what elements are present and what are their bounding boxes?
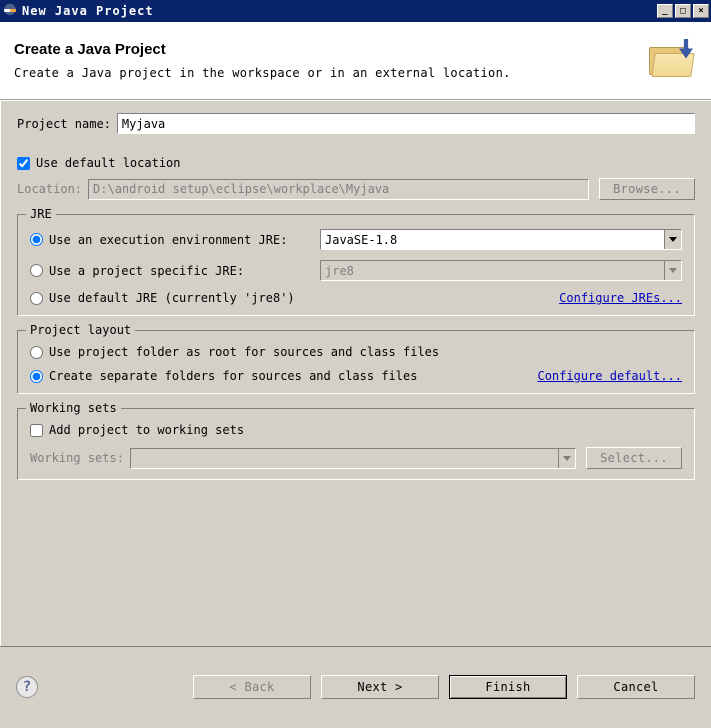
use-default-location-label: Use default location — [36, 156, 181, 170]
chevron-down-icon — [664, 261, 681, 280]
exec-env-value: JavaSE-1.8 — [325, 233, 397, 247]
maximize-button[interactable]: □ — [675, 4, 691, 18]
dialog-footer: ? < Back Next > Finish Cancel — [0, 646, 711, 726]
browse-button: Browse... — [599, 178, 695, 200]
window-title: New Java Project — [22, 4, 657, 18]
page-description: Create a Java project in the workspace o… — [14, 66, 649, 80]
exec-env-select[interactable]: JavaSE-1.8 — [320, 229, 682, 250]
project-specific-label: Use a project specific JRE: — [49, 264, 244, 278]
app-icon — [2, 3, 18, 19]
help-icon[interactable]: ? — [16, 676, 38, 698]
next-button[interactable]: Next > — [321, 675, 439, 699]
project-layout-group: Project layout Use project folder as roo… — [17, 330, 695, 394]
jre-group: JRE Use an execution environment JRE: Ja… — [17, 214, 695, 316]
layout-root-label: Use project folder as root for sources a… — [49, 345, 439, 359]
layout-separate-label: Create separate folders for sources and … — [49, 369, 537, 383]
default-jre-label: Use default JRE (currently 'jre8') — [49, 291, 295, 305]
location-label: Location: — [17, 182, 82, 196]
layout-root-radio[interactable] — [30, 346, 43, 359]
add-working-sets-label: Add project to working sets — [49, 423, 244, 437]
layout-separate-radio[interactable] — [30, 370, 43, 383]
working-sets-select — [130, 448, 576, 469]
select-working-sets-button: Select... — [586, 447, 682, 469]
jre-legend: JRE — [26, 207, 56, 221]
project-specific-radio[interactable] — [30, 264, 43, 277]
finish-button[interactable]: Finish — [449, 675, 567, 699]
window-controls: _ □ × — [657, 4, 709, 18]
project-name-label: Project name: — [17, 117, 111, 131]
working-sets-group: Working sets Add project to working sets… — [17, 408, 695, 480]
cancel-button[interactable]: Cancel — [577, 675, 695, 699]
close-button[interactable]: × — [693, 4, 709, 18]
configure-jres-link[interactable]: Configure JREs... — [559, 291, 682, 305]
page-title: Create a Java Project — [14, 41, 649, 58]
minimize-button[interactable]: _ — [657, 4, 673, 18]
window-titlebar: New Java Project _ □ × — [0, 0, 711, 22]
exec-env-label: Use an execution environment JRE: — [49, 233, 287, 247]
project-specific-value: jre8 — [325, 264, 354, 278]
exec-env-radio[interactable] — [30, 233, 43, 246]
chevron-down-icon — [664, 230, 681, 249]
use-default-location-checkbox[interactable] — [17, 157, 30, 170]
chevron-down-icon — [558, 449, 575, 468]
working-sets-legend: Working sets — [26, 401, 121, 415]
project-specific-select: jre8 — [320, 260, 682, 281]
project-layout-legend: Project layout — [26, 323, 135, 337]
working-sets-label: Working sets: — [30, 451, 124, 465]
wizard-icon — [649, 37, 697, 85]
configure-default-link[interactable]: Configure default... — [537, 369, 682, 383]
project-name-input[interactable] — [117, 113, 695, 134]
add-working-sets-checkbox[interactable] — [30, 424, 43, 437]
back-button: < Back — [193, 675, 311, 699]
dialog-body: Project name: Use default location Locat… — [0, 100, 711, 646]
dialog-header: Create a Java Project Create a Java proj… — [0, 22, 711, 100]
location-input — [88, 179, 589, 200]
default-jre-radio[interactable] — [30, 292, 43, 305]
